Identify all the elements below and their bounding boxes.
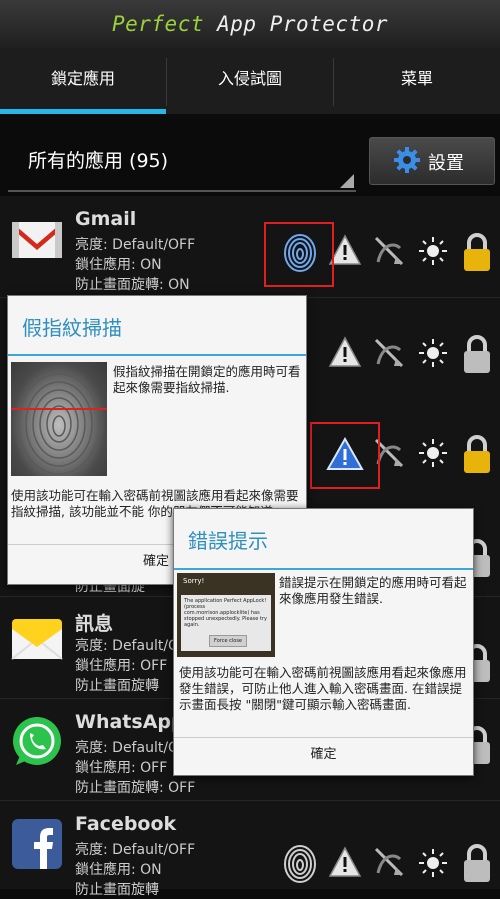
app-brightness: 亮度: Default/OFF: [75, 237, 196, 253]
highlight-box-fingerprint: [264, 222, 334, 287]
dialog-description: 錯誤提示在開鎖定的應用時可看起來像應用發生錯誤.: [279, 575, 467, 606]
fingerprint-icon[interactable]: [283, 844, 317, 884]
app-brightness: 亮度: Default/OFF: [75, 842, 196, 858]
dialog-title: 錯誤提示: [188, 529, 268, 553]
app-filter-value: 所有的應用 (95): [28, 150, 169, 172]
app-name: Facebook: [75, 813, 177, 835]
whatsapp-icon: [13, 717, 61, 765]
gmail-icon: [12, 222, 62, 258]
lock-icon[interactable]: [462, 843, 492, 883]
dropdown-corner-icon: [340, 174, 354, 188]
rotate-icon[interactable]: [372, 336, 406, 370]
error-preview-image: Sorry! The application Perfect AppLock! …: [177, 573, 275, 657]
app-rotate-status: 防止畫面旋轉: [75, 882, 159, 898]
lock-icon[interactable]: [462, 334, 492, 374]
app-filter-dropdown[interactable]: 所有的應用 (95): [8, 136, 356, 192]
app-rotate-status: 防止畫面旋轉: OFF: [75, 780, 196, 796]
settings-button[interactable]: 設置: [369, 137, 495, 185]
app-lock-status: 鎖住應用: OFF: [75, 760, 168, 776]
app-title-bar: Perfect App Protector: [0, 0, 500, 48]
brightness-icon[interactable]: [418, 438, 448, 468]
app-name: Gmail: [75, 208, 137, 230]
dialog-description: 假指紋掃描在開鎖定的應用時可看起來像需要指紋掃描.: [113, 364, 301, 395]
app-name: WhatsApp: [75, 711, 185, 733]
dialog-ok-button[interactable]: 確定: [174, 737, 473, 774]
brightness-icon[interactable]: [418, 338, 448, 368]
highlight-box-warning: [310, 422, 380, 489]
fingerprint-preview-image: [11, 362, 107, 476]
app-lock-status: 鎖住應用: OFF: [75, 658, 168, 674]
tab-intrusion-attempts[interactable]: 入侵試圖: [167, 48, 333, 114]
rotate-icon[interactable]: [372, 234, 406, 268]
tab-bar: 鎖定應用 入侵試圖 菜單: [0, 48, 500, 115]
brightness-icon[interactable]: [418, 848, 448, 878]
tab-locked-apps[interactable]: 鎖定應用: [0, 48, 166, 114]
messages-icon: [11, 619, 63, 660]
app-rotate-status: 防止畫面旋轉: [75, 678, 159, 694]
filter-bar: 所有的應用 (95) 設置: [0, 114, 500, 196]
dialog-title: 假指紋掃描: [22, 316, 122, 340]
settings-label: 設置: [428, 153, 464, 174]
warning-icon[interactable]: [328, 846, 362, 878]
dialog-body: 使用該功能可在輸入密碼前視圖該應用看起來像應用發生錯誤，可防止他人進入輸入密碼畫…: [179, 665, 467, 712]
warning-icon[interactable]: [328, 336, 362, 368]
app-row-gmail[interactable]: Gmail 亮度: Default/OFF 鎖住應用: ON 防止畫面旋轉: O…: [0, 196, 500, 298]
app-lock-status: 鎖住應用: ON: [75, 257, 162, 273]
lock-icon[interactable]: [462, 434, 492, 474]
app-lock-status: 鎖住應用: ON: [75, 862, 162, 878]
lock-icon[interactable]: [462, 232, 492, 272]
app-title: Perfect App Protector: [111, 12, 389, 36]
brightness-icon[interactable]: [418, 236, 448, 266]
app-rotate-status: 防止畫面旋轉: ON: [75, 277, 190, 293]
tab-menu[interactable]: 菜單: [334, 48, 500, 114]
app-row-facebook[interactable]: Facebook 亮度: Default/OFF 鎖住應用: ON 防止畫面旋轉: [0, 801, 500, 898]
rotate-icon[interactable]: [372, 845, 406, 879]
gear-icon: [394, 147, 420, 173]
error-prompt-dialog: 錯誤提示 Sorry! The application Perfect AppL…: [173, 508, 474, 776]
app-name: 訊息: [75, 613, 114, 635]
facebook-icon: [12, 819, 62, 869]
